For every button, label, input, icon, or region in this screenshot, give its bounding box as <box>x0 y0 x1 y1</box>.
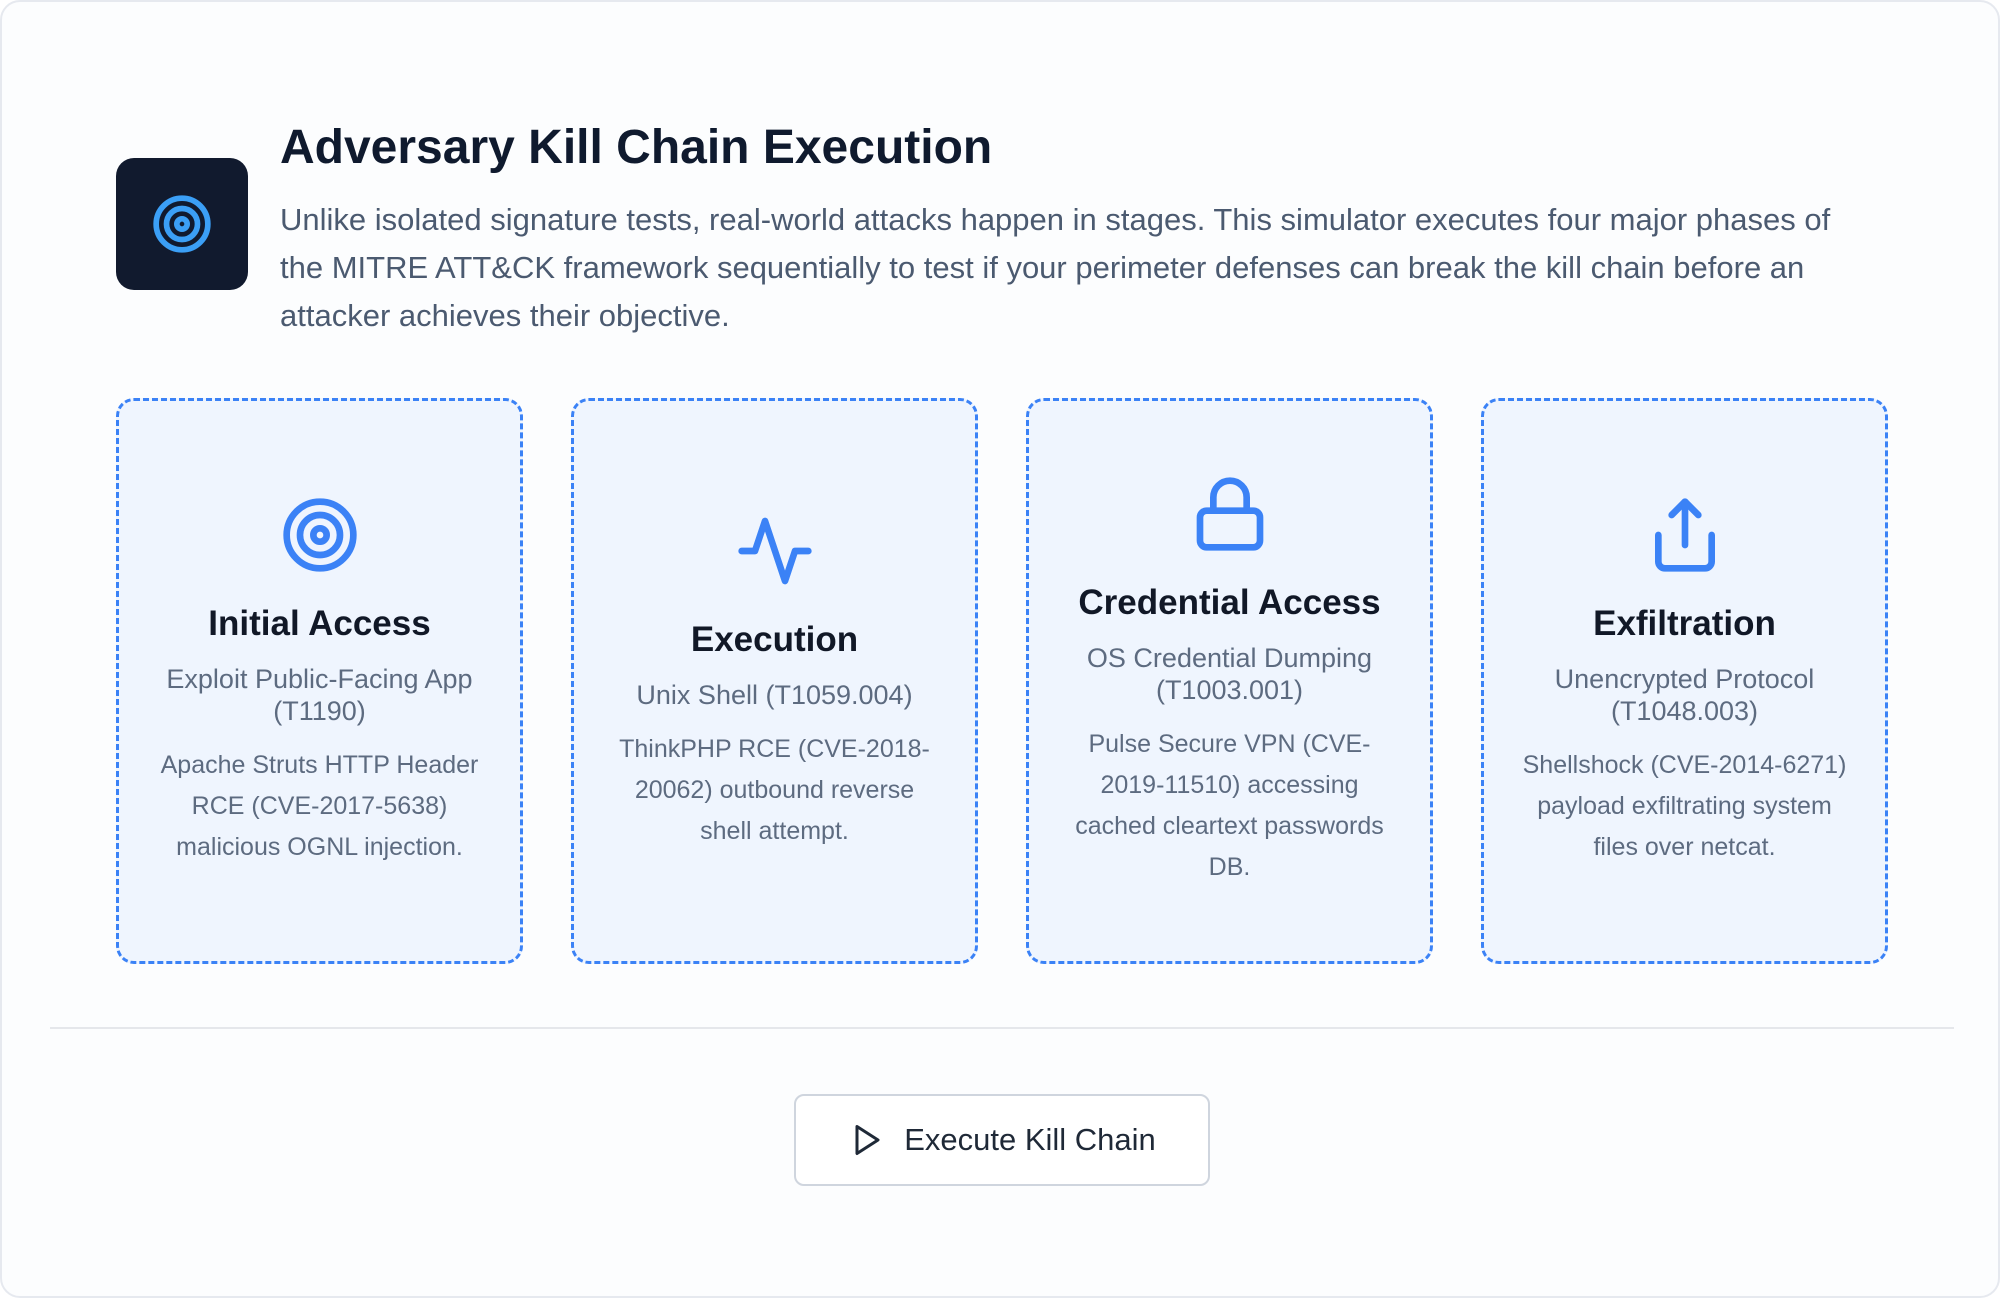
kill-chain-panel: Adversary Kill Chain Execution Unlike is… <box>0 0 2000 1298</box>
target-icon <box>282 497 357 572</box>
execute-kill-chain-button[interactable]: Execute Kill Chain <box>794 1094 1210 1186</box>
play-icon <box>855 1125 880 1155</box>
page-description: Unlike isolated signature tests, real-wo… <box>280 202 1831 333</box>
stage-title: Execution <box>690 619 859 659</box>
stage-card-execution: Execution Unix Shell (T1059.004) ThinkPH… <box>571 398 978 964</box>
stage-technique: Unix Shell (T1059.004) <box>636 679 913 710</box>
stage-technique: Exploit Public-Facing App (T1190) <box>166 663 473 726</box>
target-icon <box>116 158 248 290</box>
stage-title: Credential Access <box>1078 583 1381 622</box>
lock-icon <box>1196 477 1263 551</box>
stage-detail: Pulse Secure VPN (CVE-2019-11510) access… <box>1075 730 1384 881</box>
stage-detail: Shellshock (CVE-2014-6271) payload exfil… <box>1522 750 1847 861</box>
stage-cards: Initial Access Exploit Public-Facing App… <box>116 398 1888 964</box>
execute-kill-chain-label: Execute Kill Chain <box>904 1122 1156 1157</box>
activity-pulse-icon <box>737 517 812 584</box>
upload-icon <box>1654 497 1715 572</box>
page-title: Adversary Kill Chain Execution <box>280 121 993 174</box>
stage-card-initial-access: Initial Access Exploit Public-Facing App… <box>116 398 523 964</box>
panel-header: Adversary Kill Chain Execution Unlike is… <box>116 112 1896 340</box>
stage-title: Exfiltration <box>1593 603 1776 643</box>
section-divider <box>50 1027 1954 1029</box>
stage-title: Initial Access <box>208 603 431 643</box>
stage-card-exfiltration: Exfiltration Unencrypted Protocol (T1048… <box>1481 398 1888 964</box>
stage-technique: OS Credential Dumping (T1003.001) <box>1086 643 1373 705</box>
header-text: Adversary Kill Chain Execution Unlike is… <box>280 112 1880 340</box>
stage-detail: ThinkPHP RCE (CVE-2018-20062) outbound r… <box>619 734 930 845</box>
stage-card-credential-access: Credential Access OS Credential Dumping … <box>1026 398 1433 964</box>
stage-detail: Apache Struts HTTP Header RCE (CVE-2017-… <box>160 750 479 861</box>
stage-technique: Unencrypted Protocol (T1048.003) <box>1554 663 1815 726</box>
